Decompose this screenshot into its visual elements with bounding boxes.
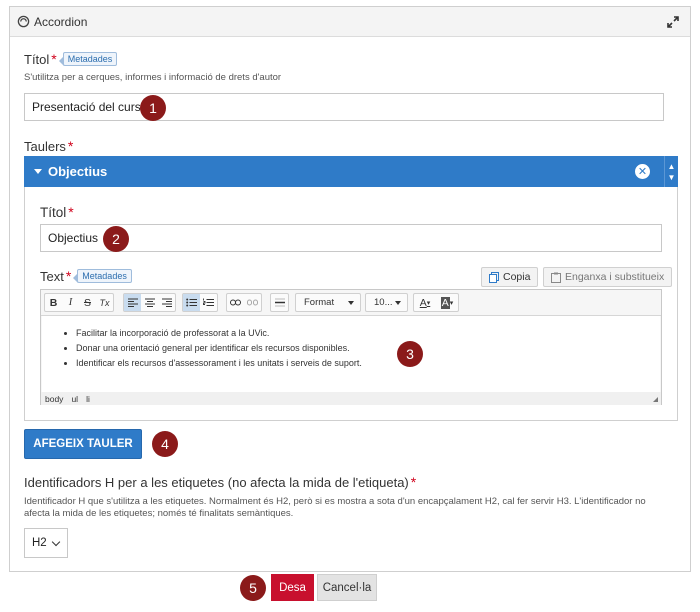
step-badge-2: 2 [103,226,129,252]
save-button[interactable]: Desa [271,574,314,601]
bold-button[interactable]: B [45,294,62,311]
reorder-controls: ▲ ▼ [664,156,678,187]
font-size-select[interactable]: 10... [365,293,408,312]
toolbar-align [123,293,176,312]
add-panel-button[interactable]: AFEGEIX TAULER [24,429,142,459]
toolbar-basic-styles: B I S Tx [44,293,114,312]
bulleted-list: Facilitar la incorporació de professorat… [76,328,362,373]
paste-icon [551,272,561,283]
item-title-input[interactable]: Objectius [40,224,662,252]
strike-button[interactable]: S [79,294,96,311]
metadata-tag: Metadades [58,52,118,66]
accordion-item-header[interactable]: Objectius ✕ [24,156,664,187]
rich-text-editor: B I S Tx Format 10... A ▾ A ▾ • Facilita… [40,289,662,405]
heading-label: Identificadors H per a les etiquetes (no… [24,474,417,490]
horizontal-line-icon[interactable] [271,294,288,311]
align-left-icon[interactable] [124,294,141,311]
bulleted-list-icon[interactable] [183,294,200,311]
cancel-button[interactable]: Cancel·la [317,574,377,601]
copy-button[interactable]: Copia [481,267,539,287]
path-body[interactable]: body [45,394,63,404]
item-title-label: Títol * [40,204,74,220]
unlink-icon[interactable] [244,294,261,311]
list-item: Donar una orientació general per identif… [76,343,362,353]
list-item: Identificar els recursos d'assessorament… [76,358,362,368]
italic-button[interactable]: I [62,294,79,311]
text-color-button[interactable]: A ▾ [414,294,436,311]
item-text-label: Text * Metadades [40,268,132,284]
link-icon[interactable] [227,294,244,311]
panel-header: Accordion [10,7,690,37]
chevron-down-icon [51,537,61,547]
step-badge-4: 4 [152,431,178,457]
title-label: Títol * Metadades [24,51,118,67]
step-badge-3: 3 [397,341,423,367]
panel-title: Accordion [34,14,88,29]
editor-toolbar: B I S Tx Format 10... A ▾ A ▾ [41,290,661,316]
background-color-button[interactable]: A ▾ [436,294,458,311]
step-badge-5: 5 [240,575,266,601]
title-help: S'utilitza per a cerques, informes i inf… [24,72,282,83]
format-select[interactable]: Format [295,293,361,312]
paste-replace-button[interactable]: Enganxa i substitueix [543,267,673,287]
editor-content[interactable]: Facilitar la incorporació de professorat… [42,316,660,392]
remove-icon[interactable]: ✕ [635,164,650,179]
expand-icon[interactable] [666,15,680,29]
collapse-arrow-icon[interactable] [34,169,42,174]
copy-icon [489,271,499,283]
toolbar-links [226,293,262,312]
path-li[interactable]: li [86,394,90,404]
element-path-bar: body ul li [41,392,661,405]
toolbar-lists [182,293,218,312]
heading-help: Identificador H que s'utilitza a les eti… [24,496,646,519]
move-up-icon[interactable]: ▲ [668,161,676,172]
clear-format-button[interactable]: Tx [96,294,113,311]
metadata-tag: Metadades [73,269,132,283]
accordion-icon [17,15,30,28]
align-center-icon[interactable] [141,294,158,311]
list-item: Facilitar la incorporació de professorat… [76,328,362,338]
title-input[interactable]: Presentació del curs [24,93,664,121]
accordion-item-title: Objectius [48,164,108,179]
path-ul[interactable]: ul [71,394,78,404]
toolbar-colors: A ▾ A ▾ [413,293,459,312]
heading-select[interactable]: H2 [24,528,68,558]
align-right-icon[interactable] [158,294,175,311]
toolbar-hr [270,293,289,312]
step-badge-1: 1 [140,95,166,121]
move-down-icon[interactable]: ▼ [668,172,676,183]
panels-label: Taulers * [24,138,74,154]
resize-handle-icon[interactable] [653,397,658,402]
numbered-list-icon[interactable] [200,294,217,311]
